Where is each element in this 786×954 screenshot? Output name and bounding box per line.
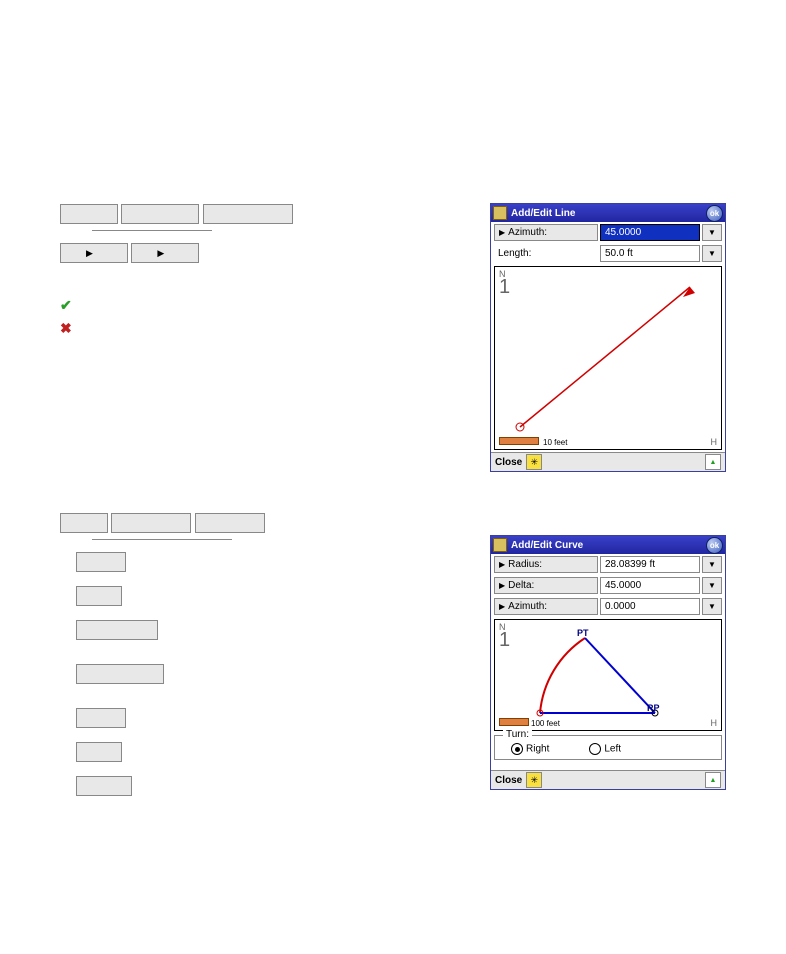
window-title: Add/Edit Line <box>511 208 575 219</box>
length-dropdown[interactable]: ▼ <box>702 245 722 262</box>
tip-check: ✔ <box>60 297 390 314</box>
app-icon <box>493 538 507 552</box>
radius-dropdown[interactable]: ▼ <box>702 556 722 573</box>
azimuth-dropdown[interactable]: ▼ <box>702 598 722 615</box>
status-menu[interactable] <box>705 454 721 470</box>
btn-placeholder <box>60 204 118 224</box>
status-icon[interactable]: ✳ <box>526 454 542 470</box>
azimuth-label[interactable]: ▶Azimuth: <box>494 598 598 615</box>
scale-text: 100 feet <box>531 719 560 728</box>
btn-placeholder <box>76 742 122 762</box>
turn-group: Turn: Right Left <box>494 735 722 760</box>
statusbar: Close ✳ <box>491 770 725 789</box>
point-label-rp: RP <box>647 703 660 713</box>
ok-button[interactable]: ok <box>706 537 723 554</box>
cross-icon: ✖ <box>60 320 72 336</box>
window-add-edit-line: Add/Edit Line ok ▶Azimuth: 45.0000 ▼ Len… <box>490 203 726 472</box>
ok-button[interactable]: ok <box>706 205 723 222</box>
delta-dropdown[interactable]: ▼ <box>702 577 722 594</box>
azimuth-dropdown[interactable]: ▼ <box>702 224 722 241</box>
length-label: Length: <box>494 245 598 262</box>
check-icon: ✔ <box>60 297 72 313</box>
titlebar: Add/Edit Curve ok <box>491 536 725 554</box>
btn-placeholder <box>76 620 158 640</box>
azimuth-input[interactable]: 45.0000 <box>600 224 700 241</box>
close-button[interactable]: Close <box>495 457 522 468</box>
curve-preview-plot: N 1 PT RP 100 feet H <box>494 619 722 731</box>
btn-placeholder <box>76 586 122 606</box>
curve-plot-svg <box>495 620 715 730</box>
corner-indicator: H <box>711 437 718 447</box>
line-plot-svg <box>495 267 715 449</box>
length-input[interactable]: 50.0 ft <box>600 245 700 262</box>
delta-label[interactable]: ▶Delta: <box>494 577 598 594</box>
app-icon <box>493 206 507 220</box>
btn-placeholder <box>203 204 293 224</box>
btn-placeholder <box>76 708 126 728</box>
close-button[interactable]: Close <box>495 775 522 786</box>
statusbar: Close ✳ <box>491 452 725 471</box>
line-preview-plot: N 1 10 feet H <box>494 266 722 450</box>
turn-group-label: Turn: <box>503 729 532 740</box>
btn-placeholder <box>195 513 265 533</box>
radius-label[interactable]: ▶Radius: <box>494 556 598 573</box>
dropdown-placeholder <box>60 243 128 263</box>
turn-right-radio[interactable]: Right <box>511 743 549 755</box>
btn-placeholder <box>121 204 199 224</box>
btn-placeholder <box>111 513 191 533</box>
scale-bar <box>499 718 529 726</box>
status-menu[interactable] <box>705 772 721 788</box>
point-label-pt: PT <box>577 628 589 638</box>
scale-text: 10 feet <box>543 438 567 447</box>
corner-indicator: H <box>711 718 718 728</box>
radius-input[interactable]: 28.08399 ft <box>600 556 700 573</box>
scale-bar <box>499 437 539 445</box>
status-icon[interactable]: ✳ <box>526 772 542 788</box>
azimuth-input[interactable]: 0.0000 <box>600 598 700 615</box>
window-add-edit-curve: Add/Edit Curve ok ▶Radius: 28.08399 ft ▼… <box>490 535 726 790</box>
btn-placeholder <box>76 776 132 796</box>
titlebar: Add/Edit Line ok <box>491 204 725 222</box>
azimuth-label[interactable]: ▶Azimuth: <box>494 224 598 241</box>
window-title: Add/Edit Curve <box>511 540 583 551</box>
tip-cross: ✖ <box>60 320 390 337</box>
btn-placeholder <box>76 552 126 572</box>
delta-input[interactable]: 45.0000 <box>600 577 700 594</box>
dropdown-placeholder <box>131 243 199 263</box>
btn-placeholder <box>60 513 108 533</box>
turn-left-radio[interactable]: Left <box>589 743 621 755</box>
btn-placeholder <box>76 664 164 684</box>
